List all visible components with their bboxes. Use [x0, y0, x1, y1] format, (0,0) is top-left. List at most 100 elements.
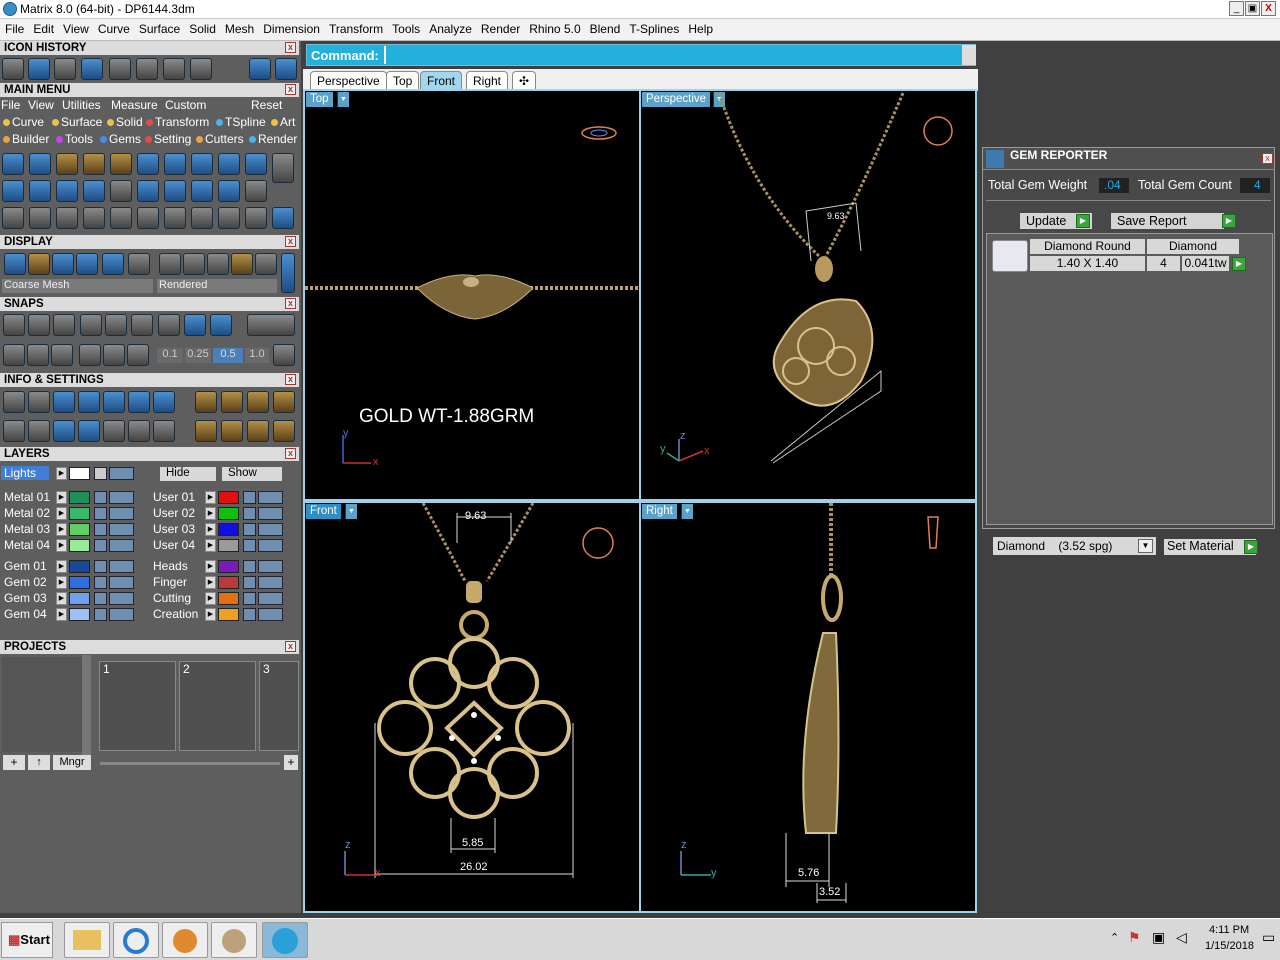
layer-arrow-icon[interactable]: ▶ [56, 560, 67, 573]
layout-icon[interactable] [3, 420, 25, 442]
search-icon[interactable] [28, 391, 50, 413]
lock-icon[interactable] [94, 507, 107, 520]
tab-solid[interactable]: Solid [107, 115, 143, 129]
tool-icon[interactable] [245, 153, 267, 175]
up-arrow-button[interactable]: ↑ [28, 755, 50, 770]
close-button[interactable]: X [1261, 1, 1276, 16]
tab-front[interactable]: Front [420, 71, 463, 89]
tab-curve[interactable]: Curve [3, 115, 44, 129]
info-icon[interactable] [273, 420, 295, 442]
ring-icon[interactable] [272, 207, 294, 229]
visibility-icon[interactable] [258, 539, 283, 552]
display-slider[interactable] [281, 253, 295, 293]
layer-color-swatch[interactable] [69, 560, 90, 573]
command-input[interactable] [384, 46, 959, 64]
layer-name[interactable]: Finger [153, 575, 187, 589]
settings-icon[interactable] [3, 391, 25, 413]
tool-icon[interactable] [110, 180, 132, 202]
info-icon[interactable] [247, 391, 269, 413]
info-icon[interactable] [221, 420, 243, 442]
tool-icon[interactable] [83, 153, 105, 175]
tool-icon[interactable] [137, 180, 159, 202]
layer-color-swatch[interactable] [218, 576, 239, 589]
shaded-icon[interactable] [52, 253, 74, 275]
layer-name[interactable]: Creation [153, 607, 198, 621]
layer-color-swatch[interactable] [69, 507, 90, 520]
layer-name[interactable]: Gem 01 [4, 559, 47, 573]
material-icon[interactable] [183, 253, 205, 275]
lock-icon[interactable] [243, 560, 256, 573]
visibility-icon[interactable] [109, 539, 134, 552]
box-icon[interactable] [27, 344, 49, 366]
tab-tspline[interactable]: TSpline [216, 115, 266, 129]
menu-curve[interactable]: Curve [93, 19, 134, 36]
lock-icon[interactable] [94, 608, 107, 621]
layer-color-swatch[interactable] [69, 576, 90, 589]
lock-icon[interactable] [94, 467, 107, 480]
volume-icon[interactable]: ◁ [1176, 929, 1187, 946]
layer-arrow-icon[interactable]: ▶ [56, 592, 67, 605]
tool-icon[interactable] [110, 153, 132, 175]
layer-name[interactable]: User 02 [153, 506, 195, 520]
layer-arrow-icon[interactable]: ▶ [56, 608, 67, 621]
layer-name[interactable]: Metal 01 [4, 490, 50, 504]
material-icon[interactable] [159, 253, 181, 275]
layer-name[interactable]: Gem 03 [4, 591, 47, 605]
maximize-button[interactable]: ▣ [1245, 1, 1260, 16]
close-icon[interactable]: x [285, 84, 296, 95]
wireframe-icon[interactable] [4, 253, 26, 275]
layer-color-swatch[interactable] [69, 491, 90, 504]
layer-name[interactable]: Cutting [153, 591, 191, 605]
tool-icon[interactable] [56, 180, 78, 202]
layer-name[interactable]: Metal 04 [4, 538, 50, 552]
snap-icon[interactable] [53, 314, 75, 336]
mm-view[interactable]: View [28, 98, 54, 112]
lock-icon[interactable] [94, 576, 107, 589]
tool-icon[interactable] [245, 180, 267, 202]
menu-rhino[interactable]: Rhino 5.0 [524, 19, 584, 36]
menu-blend[interactable]: Blend [585, 19, 625, 36]
tab-surface[interactable]: Surface [52, 115, 102, 129]
layer-arrow-icon[interactable]: ▶ [205, 539, 216, 552]
save-icon[interactable] [109, 58, 131, 80]
layer-color-swatch[interactable] [218, 491, 239, 504]
visibility-icon[interactable] [109, 467, 134, 480]
tab-builder[interactable]: Builder [3, 132, 49, 146]
layer-arrow-icon[interactable]: ▶ [205, 576, 216, 589]
layer-color[interactable] [69, 467, 90, 480]
tab-render[interactable]: Render [249, 132, 297, 146]
snap-icon[interactable] [210, 314, 232, 336]
material-icon[interactable] [255, 253, 277, 275]
project-slot-1[interactable]: 1 [99, 661, 176, 751]
add-project-button[interactable]: + [3, 755, 25, 770]
layer-arrow-icon[interactable]: ▶ [205, 491, 216, 504]
snap-icon[interactable] [80, 314, 102, 336]
layer-arrow-icon[interactable]: ▶ [56, 507, 67, 520]
add-tab-button[interactable]: ✣ [512, 71, 537, 89]
lock-icon[interactable] [243, 523, 256, 536]
lock-icon[interactable] [243, 576, 256, 589]
tool-icon[interactable] [218, 153, 240, 175]
info-icon[interactable] [195, 420, 217, 442]
set-material-go-icon[interactable]: ▶ [1244, 540, 1258, 554]
project-slot-2[interactable]: 2 [179, 661, 256, 751]
show-button[interactable]: Show [222, 467, 282, 481]
lock-icon[interactable] [243, 592, 256, 605]
menu-help[interactable]: Help [683, 19, 717, 36]
info-icon[interactable] [128, 420, 150, 442]
layer-arrow-icon[interactable]: ▶ [205, 523, 216, 536]
visibility-icon[interactable] [258, 507, 283, 520]
rendered-icon[interactable] [76, 253, 98, 275]
visibility-icon[interactable] [258, 592, 283, 605]
close-icon[interactable]: x [1262, 153, 1273, 164]
menu-analyze[interactable]: Analyze [424, 19, 476, 36]
close-icon[interactable]: x [285, 298, 296, 309]
close-icon[interactable]: x [285, 374, 296, 385]
tool-icon[interactable] [56, 153, 78, 175]
snap-icon[interactable] [3, 314, 25, 336]
network-icon[interactable]: ▣ [1152, 929, 1165, 946]
visibility-icon[interactable] [109, 608, 134, 621]
menu-transform[interactable]: Transform [324, 19, 387, 36]
visibility-icon[interactable] [109, 491, 134, 504]
tool-icon[interactable] [218, 180, 240, 202]
